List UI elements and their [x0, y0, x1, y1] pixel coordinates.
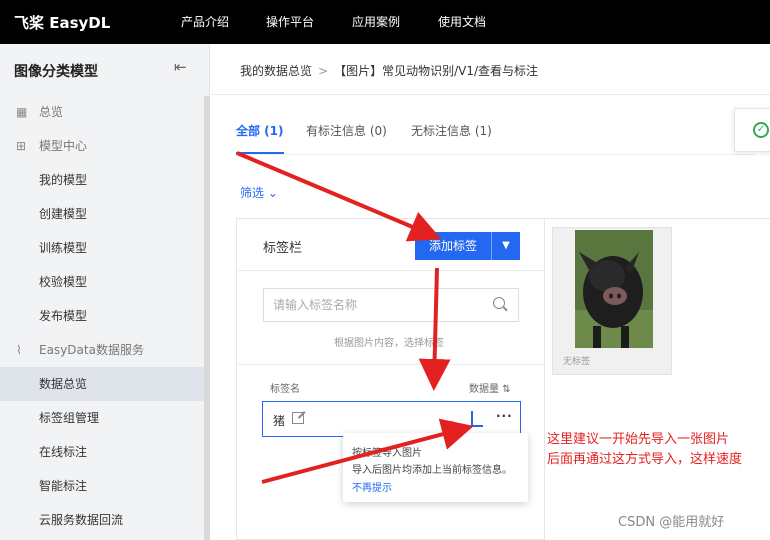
sidebar-item-label: 训练模型 — [39, 241, 88, 255]
collapse-sidebar-icon[interactable]: ⇤ — [174, 58, 187, 76]
sidebar-item-label: 创建模型 — [39, 207, 88, 221]
watermark: CSDN @能用就好 — [618, 515, 725, 530]
pig-photo — [575, 230, 653, 348]
divider — [211, 94, 770, 95]
model-icon: ⊞ — [16, 139, 27, 153]
tooltip-title: 按标签导入图片 — [352, 448, 422, 459]
check-circle-icon: ✓ — [753, 122, 769, 138]
sidebar-scrollbar[interactable] — [204, 96, 210, 540]
chevron-down-icon: ⌄ — [267, 186, 278, 200]
dont-show-again-link[interactable]: 不再提示 — [352, 479, 392, 494]
label-hint: 根据图片内容，选择标签 — [334, 338, 444, 349]
image-card[interactable]: 无标签 — [552, 227, 672, 375]
sidebar-item-train-model[interactable]: 训练模型 — [0, 231, 204, 265]
edit-icon[interactable] — [292, 412, 304, 424]
tabs-divider — [236, 154, 756, 155]
success-toast: ✓ — [734, 108, 770, 152]
sort-icon: ⇅ — [502, 384, 511, 395]
breadcrumb: 我的数据总览 > 【图片】常见动物识别/V1/查看与标注 — [240, 62, 538, 79]
filter-toggle[interactable]: 筛选 ⌄ — [240, 184, 278, 201]
import-by-label-icon[interactable] — [471, 411, 483, 427]
column-header-name: 标签名 — [270, 384, 300, 395]
nav-item-cases[interactable]: 应用案例 — [352, 0, 400, 44]
sidebar-item-label: 模型中心 — [39, 139, 88, 153]
label-search — [263, 288, 519, 322]
pig-thumbnail[interactable] — [575, 230, 653, 348]
nav-item-platform[interactable]: 操作平台 — [266, 0, 314, 44]
add-label-dropdown-button[interactable]: ▼ — [491, 232, 520, 260]
sidebar-item-label: EasyData数据服务 — [39, 343, 144, 357]
sidebar-item-publish-model[interactable]: 发布模型 — [0, 299, 204, 333]
grid-icon: ▦ — [16, 105, 28, 119]
label-row[interactable]: 猪 ··· — [262, 401, 521, 437]
nav-item-docs[interactable]: 使用文档 — [438, 0, 486, 44]
sidebar-item-label: 智能标注 — [39, 479, 88, 493]
annotation-line-2: 后面再通过这方式导入，这样速度 — [547, 452, 743, 467]
tab-all[interactable]: 全部 (1) — [236, 122, 284, 139]
tooltip-body: 导入后图片均添加上当前标签信息。 — [352, 465, 512, 476]
sidebar-item-label: 标签组管理 — [39, 411, 100, 425]
sidebar-item-label: 我的模型 — [39, 173, 88, 187]
filter-label: 筛选 — [240, 186, 265, 200]
image-label-status: 无标签 — [563, 357, 591, 367]
sidebar-item-label-groups[interactable]: 标签组管理 — [0, 401, 204, 435]
label-name: 猪 — [273, 414, 286, 428]
sidebar: 图像分类模型 ⇤ ▦ 总览 ⊞ 模型中心 我的模型 创建模型 训练模型 校验模型… — [0, 44, 210, 540]
tab-labeled[interactable]: 有标注信息 (0) — [306, 122, 387, 139]
search-icon[interactable] — [493, 297, 505, 309]
sidebar-item-online-annotation[interactable]: 在线标注 — [0, 435, 204, 469]
sidebar-item-easydata[interactable]: ⌇ EasyData数据服务 — [0, 333, 204, 367]
sidebar-item-smart-annotation[interactable]: 智能标注 — [0, 469, 204, 503]
sidebar-item-cloud-backflow[interactable]: 云服务数据回流 — [0, 503, 204, 537]
sidebar-item-label: 云服务数据回流 — [39, 513, 124, 527]
divider — [237, 270, 544, 271]
nav-item-product[interactable]: 产品介绍 — [181, 0, 229, 44]
sidebar-item-data-overview[interactable]: 数据总览 — [0, 367, 204, 401]
sidebar-title: 图像分类模型 — [14, 64, 98, 80]
sidebar-item-my-models[interactable]: 我的模型 — [0, 163, 204, 197]
sidebar-item-label: 在线标注 — [39, 445, 88, 459]
more-options-icon[interactable]: ··· — [496, 409, 513, 423]
divider — [237, 364, 544, 365]
chevron-right-icon: > — [318, 64, 329, 78]
column-header-count[interactable]: 数据量 ⇅ — [469, 380, 511, 395]
sidebar-item-label: 校验模型 — [39, 275, 88, 289]
add-label-button[interactable]: 添加标签 — [415, 232, 491, 260]
sidebar-item-create-model[interactable]: 创建模型 — [0, 197, 204, 231]
column-header-count-label: 数据量 — [469, 384, 499, 395]
label-panel-title: 标签栏 — [263, 241, 303, 256]
annotation-line-1: 这里建议一开始先导入一张图片 — [547, 432, 730, 447]
sidebar-item-validate-model[interactable]: 校验模型 — [0, 265, 204, 299]
chevron-down-icon: ▼ — [502, 240, 510, 251]
top-navbar: 飞桨 EasyDL 产品介绍 操作平台 应用案例 使用文档 — [0, 0, 770, 44]
chart-icon: ⌇ — [16, 343, 22, 357]
sidebar-item-label: 总览 — [39, 105, 64, 119]
sidebar-item-label: 数据总览 — [39, 377, 88, 391]
screenshot-root: 飞桨 EasyDL 产品介绍 操作平台 应用案例 使用文档 图像分类模型 ⇤ ▦… — [0, 0, 770, 540]
breadcrumb-current: 【图片】常见动物识别/V1/查看与标注 — [334, 64, 539, 78]
tab-unlabeled[interactable]: 无标注信息 (1) — [411, 122, 492, 139]
logo[interactable]: 飞桨 EasyDL — [14, 9, 110, 35]
logo-text: 飞桨 EasyDL — [14, 13, 111, 32]
annotation-note: 这里建议一开始先导入一张图片 后面再通过这方式导入，这样速度 — [547, 430, 742, 470]
breadcrumb-root[interactable]: 我的数据总览 — [240, 64, 312, 78]
import-tooltip: 按标签导入图片 导入后图片均添加上当前标签信息。 不再提示 — [343, 433, 528, 502]
label-search-input[interactable] — [264, 289, 484, 321]
sidebar-item-model-center[interactable]: ⊞ 模型中心 — [0, 129, 204, 163]
sidebar-item-label: 发布模型 — [39, 309, 88, 323]
sidebar-item-overview[interactable]: ▦ 总览 — [0, 95, 204, 129]
